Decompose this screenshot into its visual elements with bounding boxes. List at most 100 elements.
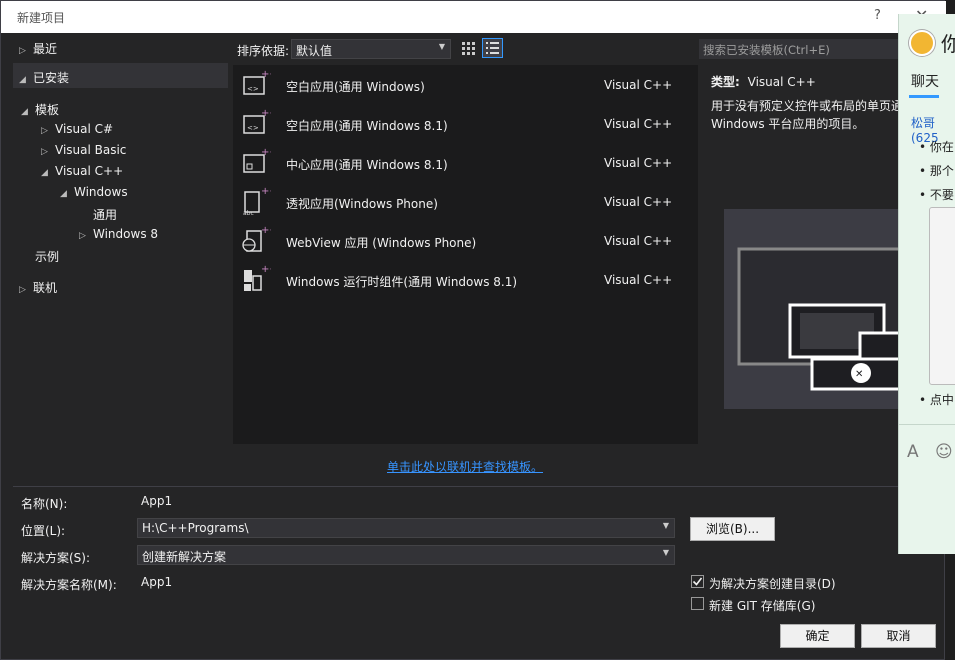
tree-item-universal[interactable]: 通用	[93, 206, 117, 223]
template-language: Visual C++	[604, 273, 673, 287]
collapse-arrow-icon[interactable]: ◢	[19, 75, 33, 85]
template-row-pivot-wp[interactable]: ++ abc 透视应用(Windows Phone) Visual C++	[233, 182, 698, 221]
collapse-arrow-icon[interactable]: ◢	[21, 107, 35, 117]
svg-text:<>: <>	[247, 124, 259, 132]
sort-select[interactable]: 默认值 ▼	[291, 39, 451, 59]
chat-message: • 点中	[919, 393, 954, 407]
sort-label: 排序依据:	[237, 44, 290, 58]
solution-name-label: 解决方案名称(M):	[21, 578, 117, 592]
checkmark-icon	[692, 577, 703, 586]
template-name: Windows 运行时组件(通用 Windows 8.1)	[286, 275, 518, 289]
template-language: Visual C++	[604, 78, 673, 92]
location-combo[interactable]: H:\C++Programs\ ▼	[137, 518, 675, 538]
chevron-down-icon: ▼	[438, 42, 445, 51]
tree-item-recent[interactable]: ▷ 最近	[19, 40, 57, 57]
name-label: 名称(N):	[21, 497, 68, 511]
description-type: 类型: Visual C++	[711, 75, 816, 89]
template-language: Visual C++	[604, 156, 673, 170]
location-label: 位置(L):	[21, 524, 66, 538]
expand-arrow-icon[interactable]: ▷	[79, 231, 93, 241]
chevron-down-icon: ▼	[662, 548, 669, 557]
create-directory-label[interactable]: 为解决方案创建目录(D)	[709, 575, 836, 592]
runtime-component-icon: ++	[244, 264, 271, 291]
tree-item-templates[interactable]: ◢ 模板	[21, 101, 59, 118]
template-language: Visual C++	[604, 117, 673, 131]
chat-window: 你 聊天 松哥(625 • 你在 • 那个 • 不要 • 点中 A ☺	[898, 14, 955, 554]
dialog-title: 新建项目	[17, 11, 66, 25]
template-row-blank-81[interactable]: ++<> 空白应用(通用 Windows 8.1) Visual C++	[233, 104, 698, 143]
expand-arrow-icon[interactable]: ▷	[19, 46, 33, 56]
font-icon[interactable]: A	[907, 442, 919, 462]
project-name-input[interactable]: App1	[137, 491, 675, 511]
svg-text:abc: abc	[243, 210, 254, 216]
collapse-arrow-icon[interactable]: ◢	[60, 189, 74, 199]
browse-button[interactable]: 浏览(B)...	[690, 517, 775, 541]
tab-underline	[909, 95, 939, 98]
git-repo-checkbox[interactable]	[691, 597, 704, 610]
template-row-webview-wp[interactable]: ++ WebView 应用 (Windows Phone) Visual C++	[233, 221, 698, 260]
tree-item-windows[interactable]: ◢ Windows	[60, 185, 128, 199]
svg-text:++: ++	[261, 69, 271, 80]
expand-arrow-icon[interactable]: ▷	[41, 147, 55, 157]
tree-item-installed[interactable]: ◢ 已安装	[19, 69, 69, 86]
emoji-icon[interactable]: ☺	[935, 442, 953, 462]
list-view-icon[interactable]	[482, 38, 503, 58]
blank-app-icon: ++<>	[243, 108, 271, 134]
chevron-down-icon: ▼	[662, 521, 669, 530]
cancel-button[interactable]: 取消	[861, 624, 936, 648]
svg-text:✕: ✕	[855, 369, 863, 380]
tree-item-visual-cpp[interactable]: ◢ Visual C++	[41, 164, 123, 178]
template-name: 中心应用(通用 Windows 8.1)	[286, 158, 448, 172]
expand-arrow-icon[interactable]: ▷	[19, 285, 33, 295]
pivot-app-icon: ++ abc	[243, 186, 271, 216]
new-project-dialog: 新建项目 ? ✕ ▷最近 ◢已安装 ◢模板 ▷Visual C# ▷Visual…	[0, 0, 946, 660]
solution-combo[interactable]: 创建新解决方案 ▼	[137, 545, 675, 565]
svg-text:++: ++	[261, 225, 271, 236]
chat-screenshot-thumbnail[interactable]	[929, 207, 955, 385]
template-language: Visual C++	[604, 195, 673, 209]
template-name: WebView 应用 (Windows Phone)	[286, 236, 477, 250]
hub-app-icon: ++	[243, 147, 271, 173]
expand-arrow-icon[interactable]: ▷	[41, 126, 55, 136]
svg-text:++: ++	[261, 147, 271, 158]
template-row-runtime-component[interactable]: ++ Windows 运行时组件(通用 Windows 8.1) Visual …	[233, 260, 698, 299]
template-name: 空白应用(通用 Windows)	[286, 80, 425, 94]
svg-text:++: ++	[261, 264, 271, 275]
template-search-input[interactable]: 搜索已安装模板(Ctrl+E)	[699, 39, 904, 59]
chat-tab[interactable]: 聊天	[911, 71, 939, 91]
online-templates-link[interactable]: 单击此处以联机并查找模板。	[387, 458, 543, 475]
chat-message: • 你在	[919, 140, 954, 154]
dialog-titlebar: 新建项目 ? ✕	[1, 1, 946, 33]
blank-app-icon: ++<>	[243, 69, 271, 95]
template-list: ++<> 空白应用(通用 Windows) Visual C++ ++<> 空白…	[233, 65, 698, 444]
template-row-blank-uwp[interactable]: ++<> 空白应用(通用 Windows) Visual C++	[233, 65, 698, 104]
description-text: 用于没有预定义控件或布局的单页通 Windows 平台应用的项目。	[711, 99, 904, 131]
tree-item-visual-csharp[interactable]: ▷ Visual C#	[41, 122, 113, 136]
template-name: 空白应用(通用 Windows 8.1)	[286, 119, 448, 133]
solution-label: 解决方案(S):	[21, 551, 91, 565]
tree-item-visual-basic[interactable]: ▷ Visual Basic	[41, 143, 126, 157]
divider	[13, 486, 946, 487]
template-name: 透视应用(Windows Phone)	[286, 197, 438, 211]
template-row-hub-81[interactable]: ++ 中心应用(通用 Windows 8.1) Visual C++	[233, 143, 698, 182]
chat-message: • 不要	[919, 188, 954, 202]
svg-text:++: ++	[261, 108, 271, 119]
help-button[interactable]: ?	[874, 8, 881, 23]
svg-text:++: ++	[261, 186, 271, 197]
template-language: Visual C++	[604, 234, 673, 248]
tree-item-online[interactable]: ▷ 联机	[19, 279, 57, 296]
solution-name-input[interactable]: App1	[137, 572, 675, 592]
collapse-arrow-icon[interactable]: ◢	[41, 168, 55, 178]
chat-message: • 那个	[919, 164, 954, 178]
git-repo-label[interactable]: 新建 GIT 存储库(G)	[709, 597, 815, 614]
tree-item-samples[interactable]: 示例	[35, 248, 59, 265]
template-preview-image: ✕	[724, 209, 911, 409]
divider	[899, 424, 955, 425]
create-directory-checkbox[interactable]	[691, 575, 704, 588]
ok-button[interactable]: 确定	[780, 624, 855, 648]
tree-item-windows8[interactable]: ▷ Windows 8	[79, 227, 158, 241]
webview-app-icon: ++	[242, 225, 271, 252]
avatar[interactable]	[909, 30, 935, 56]
small-icons-view-icon[interactable]	[460, 40, 476, 56]
svg-text:<>: <>	[247, 85, 259, 93]
